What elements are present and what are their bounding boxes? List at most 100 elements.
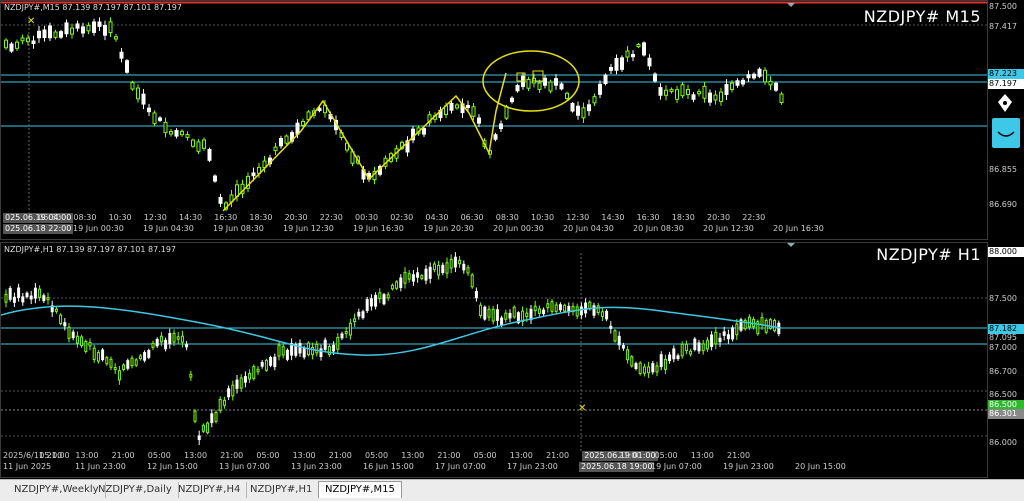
candle-body [80,336,84,347]
candle-body [317,107,322,112]
candle-body [741,79,745,85]
candle-body [466,267,470,274]
candle-body [653,73,657,82]
m15-price-scale[interactable]: 87.500 87.417 87.223 87.197 86.855 86.69… [988,0,1024,240]
candle-body [477,117,481,124]
candle-body [256,368,260,373]
pen-icon[interactable] [992,92,1018,114]
candle-body [172,332,176,343]
candle-body [676,355,680,360]
candle-body [4,293,8,303]
candle-body [613,330,617,342]
tab-m15[interactable]: NZDJPY#,M15 [318,481,402,498]
m15-time-axis: 025.06.19 04:00 06:30 08:30 10:30 12:30 14:30… [1,213,987,235]
candle-body [273,146,278,152]
tab-h1[interactable]: NZDJPY#,H1 [244,482,320,498]
tab-h4[interactable]: NZDJPY#,H4 [172,482,248,498]
candle-body [579,306,583,316]
candle-body [202,139,206,149]
candle-body [134,359,138,366]
candle-body [584,302,588,314]
candle-body [508,312,512,319]
time-label: 16:30 [214,213,238,222]
candle-body [113,367,117,371]
time-label: 17 Jun 07:00 [435,462,486,471]
candle-body [348,322,352,336]
candle-body [38,288,42,298]
candle-body [510,97,514,103]
candle-body [284,135,289,144]
m15-plot[interactable]: ✕ [1,1,988,240]
candle-body [155,338,159,347]
one-click-sell-button[interactable] [992,118,1020,148]
candle-body [474,290,478,299]
time-label: 21:00 [618,451,642,460]
candle-body [581,107,586,119]
candle-body [196,141,201,152]
candle-body [136,87,140,100]
candle-body [125,60,129,73]
candle-body [319,348,323,357]
candle-body [75,23,80,29]
trend-annotation [222,72,507,212]
candle-body [471,106,476,117]
candle-body [420,275,424,280]
chart-m15[interactable]: ✕ NZDJPY#,M15 87.139 87.197 87.101 87.19… [0,0,988,240]
candle-body [526,78,531,89]
candle-body [403,271,407,284]
candle-body [491,308,495,322]
candle-body [33,287,37,299]
candle-body [81,26,85,34]
candle-body [64,22,69,35]
tab-daily[interactable]: NZDJPY#,Daily [92,482,179,498]
candle-body [773,320,777,332]
candle-body [382,294,386,305]
candle-body [710,334,714,347]
candle-body [731,327,735,340]
candle-body [122,364,126,371]
time-label: 10:30 [531,213,555,222]
candle-body [600,311,604,317]
candle-body [691,94,696,100]
tab-weekly[interactable]: NZDJPY#,Weekly [8,482,106,498]
candle-body [757,68,762,77]
candle-body [42,29,47,38]
candle-body [747,316,751,328]
time-label: 20 Jun 15:00 [795,462,846,471]
candle-body [42,295,46,302]
time-label: 05:00 [147,451,171,460]
h1-plot[interactable]: ✕ [1,243,988,478]
candle-body [689,350,693,355]
chart-h1[interactable]: ✕ NZDJPY#,H1 87.139 87.197 87.101 87.197… [0,242,988,478]
candle-body [103,25,107,36]
candle-body [621,345,625,349]
candle-body [533,305,537,312]
candle-body [760,317,764,326]
candle-body [12,296,16,303]
candle-body [395,281,399,289]
candle-body [227,388,231,398]
candle-body [570,103,575,112]
shift-marker-icon [787,243,795,247]
time-label: 08:30 [495,213,519,222]
candle-body [504,106,509,119]
candle-body [71,331,75,339]
candle-body [20,37,25,42]
candle-body [664,89,668,96]
time-label: 08:30 [73,213,97,222]
time-label: 18:30 [249,213,273,222]
candle-body [500,317,504,326]
candle-body [437,264,441,276]
candle-body [680,343,684,357]
candle-body [386,294,390,299]
time-label: 14:30 [601,213,625,222]
moving-average-line [1,305,782,356]
time-label: 18:30 [671,213,695,222]
candle-body [559,83,564,90]
price-tick: 87.000 [989,343,1017,352]
h1-price-scale[interactable]: 88.000 87.500 87.182 87.095 87.000 86.70… [988,242,1024,478]
candle-body [487,308,491,318]
candle-body [59,31,63,38]
candle-body [693,338,697,350]
candle-body [724,84,729,95]
